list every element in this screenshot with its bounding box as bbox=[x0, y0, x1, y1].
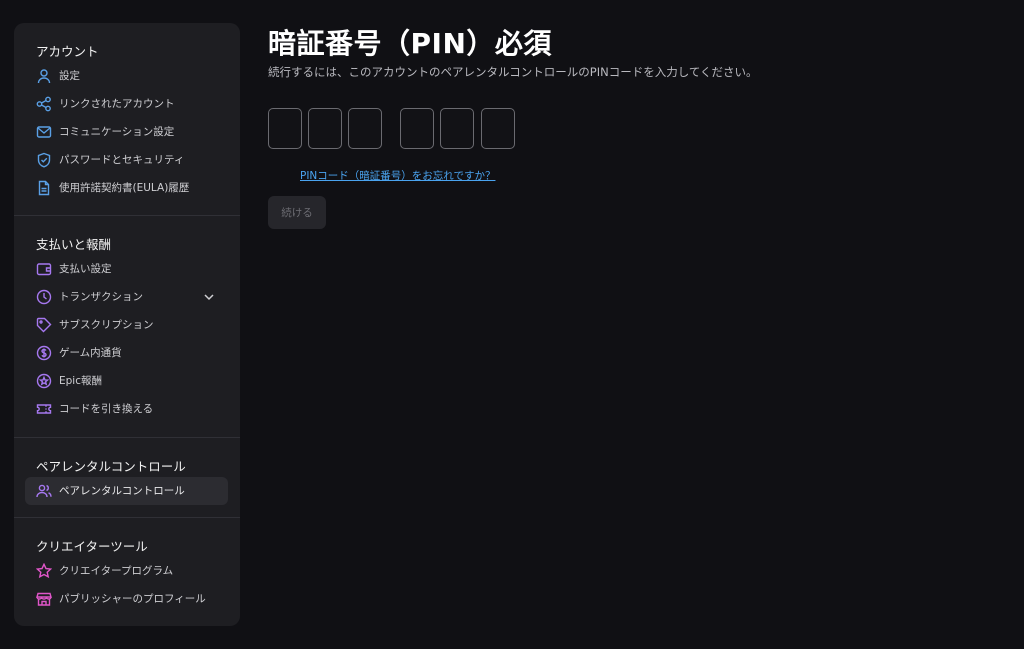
tag-icon bbox=[36, 317, 52, 333]
sidebar-item-transactions[interactable]: トランザクション bbox=[25, 283, 228, 311]
wallet-icon bbox=[36, 261, 52, 277]
page-title: 暗証番号（PIN）必須 bbox=[268, 27, 552, 60]
sidebar: アカウント 設定 リンクされたアカウント コミュニケーション設定 パスワードとセ… bbox=[14, 23, 240, 626]
chevron-down-icon[interactable] bbox=[202, 290, 216, 304]
page: アカウント 設定 リンクされたアカウント コミュニケーション設定 パスワードとセ… bbox=[0, 0, 1024, 649]
star-icon bbox=[36, 563, 52, 579]
sidebar-item-label: リンクされたアカウント bbox=[59, 98, 175, 110]
sidebar-item-linked-accounts[interactable]: リンクされたアカウント bbox=[25, 90, 228, 118]
reward-icon bbox=[36, 373, 52, 389]
continue-button[interactable]: 続ける bbox=[268, 196, 326, 229]
sidebar-item-label: ペアレンタルコントロール bbox=[59, 485, 185, 497]
pin-digit-4[interactable] bbox=[400, 108, 434, 149]
sidebar-item-publisher-profile[interactable]: パブリッシャーのプロフィール bbox=[25, 585, 228, 613]
people-icon bbox=[36, 483, 52, 499]
sidebar-item-label: Epic報酬 bbox=[59, 375, 102, 387]
section-divider bbox=[14, 437, 240, 438]
sidebar-item-payment-settings[interactable]: 支払い設定 bbox=[25, 255, 228, 283]
sidebar-item-label: コミュニケーション設定 bbox=[59, 126, 175, 138]
storefront-icon bbox=[36, 591, 52, 607]
coin-icon bbox=[36, 345, 52, 361]
sidebar-item-epic-rewards[interactable]: Epic報酬 bbox=[25, 367, 228, 395]
sidebar-item-label: パブリッシャーのプロフィール bbox=[59, 593, 206, 605]
sidebar-item-label: 使用許諾契約書(EULA)履歴 bbox=[59, 182, 190, 194]
document-icon bbox=[36, 180, 52, 196]
section-title-parental-controls: ペアレンタルコントロール bbox=[36, 459, 186, 474]
sidebar-item-label: ゲーム内通貨 bbox=[59, 347, 122, 359]
person-icon bbox=[36, 68, 52, 84]
envelope-icon bbox=[36, 124, 52, 140]
sidebar-item-subscriptions[interactable]: サブスクリプション bbox=[25, 311, 228, 339]
sidebar-item-label: 支払い設定 bbox=[59, 263, 112, 275]
sidebar-item-settings[interactable]: 設定 bbox=[25, 62, 228, 90]
sidebar-item-label: パスワードとセキュリティ bbox=[59, 154, 185, 166]
section-title-payments: 支払いと報酬 bbox=[36, 237, 112, 252]
forgot-pin-link[interactable]: PINコード（暗証番号）をお忘れですか？ bbox=[300, 168, 495, 183]
pin-digit-6[interactable] bbox=[481, 108, 515, 149]
sidebar-item-redeem-code[interactable]: コードを引き換える bbox=[25, 395, 228, 423]
section-title-account: アカウント bbox=[36, 44, 99, 59]
sidebar-item-creator-program[interactable]: クリエイタープログラム bbox=[25, 557, 228, 585]
sidebar-item-communication[interactable]: コミュニケーション設定 bbox=[25, 118, 228, 146]
sidebar-item-label: 設定 bbox=[59, 70, 80, 82]
pin-digit-3[interactable] bbox=[348, 108, 382, 149]
shield-check-icon bbox=[36, 152, 52, 168]
clock-icon bbox=[36, 289, 52, 305]
sidebar-item-label: サブスクリプション bbox=[59, 319, 154, 331]
sidebar-item-in-game-currency[interactable]: ゲーム内通貨 bbox=[25, 339, 228, 367]
pin-digit-2[interactable] bbox=[308, 108, 342, 149]
section-title-creator-tools: クリエイターツール bbox=[36, 539, 148, 554]
sidebar-item-label: クリエイタープログラム bbox=[59, 565, 174, 577]
sidebar-item-eula-history[interactable]: 使用許諾契約書(EULA)履歴 bbox=[25, 174, 228, 202]
sidebar-item-label: トランザクション bbox=[59, 291, 143, 303]
sidebar-item-password-security[interactable]: パスワードとセキュリティ bbox=[25, 146, 228, 174]
sidebar-item-label: コードを引き換える bbox=[59, 403, 154, 415]
sidebar-item-parental-controls[interactable]: ペアレンタルコントロール bbox=[25, 477, 228, 505]
section-divider bbox=[14, 517, 240, 518]
share-nodes-icon bbox=[36, 96, 52, 112]
pin-digit-1[interactable] bbox=[268, 108, 302, 149]
section-divider bbox=[14, 215, 240, 216]
ticket-icon bbox=[36, 401, 52, 417]
page-description: 続行するには、このアカウントのペアレンタルコントロールのPINコードを入力してく… bbox=[268, 65, 758, 79]
pin-digit-5[interactable] bbox=[440, 108, 474, 149]
